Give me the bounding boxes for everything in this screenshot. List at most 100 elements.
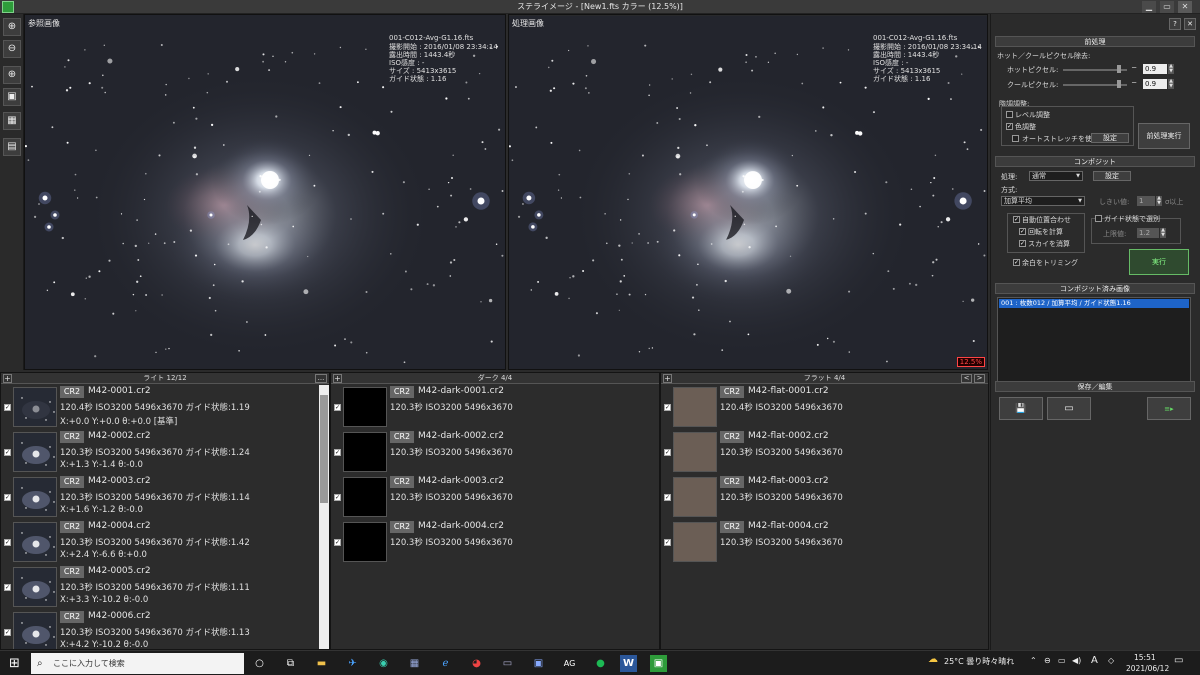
autoalign-checkbox[interactable]: ✓	[1013, 216, 1020, 223]
image-info: 001-C012-Avg-G1.16.fts 撮影開始 : 2016/01/08 …	[389, 34, 498, 84]
row-checkbox[interactable]: ✓	[664, 449, 671, 456]
scrollbar-thumb[interactable]	[320, 395, 328, 503]
row-checkbox[interactable]: ✓	[4, 629, 11, 636]
rotation-checkbox[interactable]: ✓	[1019, 228, 1026, 235]
threshold-spin[interactable]: ▲ ▼	[1156, 196, 1162, 206]
level-adjust-checkbox[interactable]	[1006, 111, 1013, 118]
preprocess-header[interactable]: 前処理	[995, 36, 1195, 47]
row-checkbox[interactable]: ✓	[664, 539, 671, 546]
tray-display-icon[interactable]: ▭	[1058, 656, 1066, 665]
clock-time[interactable]: 15:51	[1134, 653, 1156, 662]
tray-chevron-icon[interactable]: ⌃	[1030, 656, 1037, 665]
preprocess-run-button[interactable]: 前処理実行	[1138, 123, 1190, 149]
weather-text[interactable]: 25°C 曇り時々晴れ	[944, 656, 1014, 667]
zoom-out-icon[interactable]: ⊖	[3, 40, 21, 58]
row-checkbox[interactable]: ✓	[4, 494, 11, 501]
cool-pixel-value[interactable]: 0.9	[1143, 79, 1167, 89]
save-icon[interactable]: 💾	[999, 397, 1043, 420]
tray-extra-icon[interactable]: ◇	[1108, 656, 1114, 665]
composite-settings-button[interactable]: 設定	[1093, 171, 1131, 181]
file-explorer-icon[interactable]: ▬	[313, 655, 330, 672]
minimize-button[interactable]: ▁	[1142, 1, 1156, 13]
row-checkbox[interactable]: ✓	[4, 449, 11, 456]
app-network-icon[interactable]: ▣	[530, 655, 547, 672]
file-meta: 120.3秒 ISO3200 5496x3670 ガイド状態:1.13	[60, 628, 250, 638]
threshold-value[interactable]: 1	[1137, 196, 1155, 206]
add-light-button[interactable]: +	[3, 374, 12, 383]
row-checkbox[interactable]: ✓	[664, 494, 671, 501]
app-ag-icon[interactable]: AG	[561, 655, 578, 672]
zoom-fit-icon[interactable]: ⊕	[3, 66, 21, 84]
reference-image-view[interactable]: 参照画像 001-C012-Avg-G1.16.fts 撮影開始 : 2016/0…	[24, 14, 506, 370]
close-button[interactable]: ✕	[1178, 1, 1192, 13]
format-badge: CR2	[60, 386, 84, 398]
hot-pixel-slider-thumb[interactable]	[1117, 65, 1121, 73]
cool-pixel-slider-thumb[interactable]	[1117, 80, 1121, 88]
actual-size-icon[interactable]: ▦	[3, 112, 21, 130]
store-icon[interactable]: ▦	[406, 655, 423, 672]
next-button[interactable]: >	[974, 374, 985, 383]
windows-start-icon[interactable]: ⊞	[6, 655, 23, 672]
hot-pixel-value[interactable]: 0.9	[1143, 64, 1167, 74]
process-select[interactable]: 通常	[1029, 171, 1083, 181]
cortana-icon[interactable]: ○	[251, 655, 268, 672]
sky-checkbox[interactable]: ✓	[1019, 240, 1026, 247]
cool-pixel-spin[interactable]: ▲ ▼	[1168, 79, 1174, 89]
add-flat-button[interactable]: +	[663, 374, 672, 383]
spotify-icon[interactable]: ●	[592, 655, 609, 672]
composited-list[interactable]: 001 : 枚数012 / 加算平均 / ガイド状態1.16	[997, 297, 1191, 383]
upper-value[interactable]: 1.2	[1137, 228, 1159, 238]
tray-app-icon[interactable]: ⊖	[1044, 656, 1051, 665]
row-checkbox[interactable]: ✓	[4, 404, 11, 411]
volume-icon[interactable]: ◀)	[1072, 656, 1081, 665]
light-more-button[interactable]: ...	[315, 374, 327, 383]
app-terminal-icon[interactable]: ▭	[499, 655, 516, 672]
prev-button[interactable]: <	[961, 374, 972, 383]
method-select[interactable]: 加算平均	[1001, 196, 1085, 206]
add-dark-button[interactable]: +	[333, 374, 342, 383]
chrome-icon[interactable]: ◕	[468, 655, 485, 672]
thumbnail	[343, 387, 387, 427]
save-header[interactable]: 保存／編集	[995, 381, 1195, 392]
export-icon[interactable]: ≡▸	[1147, 397, 1191, 420]
composited-header[interactable]: コンポジット済み画像	[995, 283, 1195, 294]
tone-settings-button[interactable]: 設定	[1091, 133, 1129, 143]
app-plane-icon[interactable]: ✈	[344, 655, 361, 672]
ie-icon[interactable]: ℯ	[437, 655, 454, 672]
autostretch-checkbox[interactable]	[1012, 135, 1019, 142]
row-checkbox[interactable]: ✓	[334, 404, 341, 411]
composite-header[interactable]: コンポジット	[995, 156, 1195, 167]
compare-icon[interactable]: ▤	[3, 138, 21, 156]
search-input[interactable]: ⌕ ここに入力して検索	[31, 653, 244, 674]
file-offset: X:+0.0 Y:+0.0 θ:+0.0 [基準]	[60, 417, 178, 427]
processed-image-view[interactable]: 処理画像 001-C012-Avg-G1.16.fts 撮影開始 : 2016/0…	[508, 14, 988, 370]
panel-close-button[interactable]: ✕	[1184, 18, 1196, 30]
light-scrollbar[interactable]	[319, 385, 329, 649]
upper-spin[interactable]: ▲ ▼	[1160, 228, 1166, 238]
stella-image-icon[interactable]: ▣	[650, 655, 667, 672]
clock-date[interactable]: 2021/06/12	[1126, 664, 1169, 673]
row-checkbox[interactable]: ✓	[664, 404, 671, 411]
hot-pixel-spin[interactable]: ▲ ▼	[1168, 64, 1174, 74]
row-checkbox[interactable]: ✓	[4, 584, 11, 591]
guide-select-checkbox[interactable]	[1095, 215, 1102, 222]
trim-checkbox[interactable]: ✓	[1013, 259, 1020, 266]
ime-mode[interactable]: A	[1091, 655, 1098, 666]
row-checkbox[interactable]: ✓	[334, 494, 341, 501]
fit-window-icon[interactable]: ▣	[3, 88, 21, 106]
edge-icon[interactable]: ◉	[375, 655, 392, 672]
task-view-icon[interactable]: ⧉	[282, 655, 299, 672]
notification-icon[interactable]: ▭	[1174, 655, 1183, 666]
row-checkbox[interactable]: ✓	[4, 539, 11, 546]
color-adjust-checkbox[interactable]: ✓	[1006, 123, 1013, 130]
window-icon[interactable]: ▭	[1047, 397, 1091, 420]
word-icon[interactable]: W	[620, 655, 637, 672]
composite-run-button[interactable]: 実行	[1129, 249, 1189, 275]
row-checkbox[interactable]: ✓	[334, 449, 341, 456]
maximize-button[interactable]: ▭	[1160, 1, 1174, 13]
file-meta: 120.3秒 ISO3200 5496x3670 ガイド状態:1.24	[60, 448, 250, 458]
help-button[interactable]: ?	[1169, 18, 1181, 30]
composited-item[interactable]: 001 : 枚数012 / 加算平均 / ガイド状態1.16	[999, 299, 1189, 308]
zoom-in-icon[interactable]: ⊕	[3, 18, 21, 36]
row-checkbox[interactable]: ✓	[334, 539, 341, 546]
